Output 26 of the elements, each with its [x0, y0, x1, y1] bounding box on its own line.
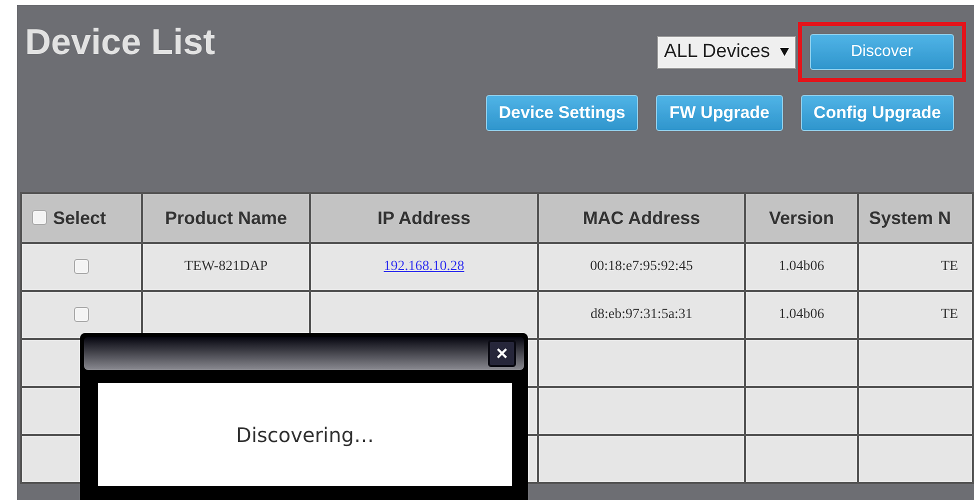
- discover-button[interactable]: Discover: [810, 34, 954, 70]
- column-header: Select: [53, 208, 106, 228]
- column-header: Product Name: [164, 208, 288, 228]
- table-cell: 1.04b06: [778, 259, 824, 274]
- device-filter-dropdown[interactable]: ALL Devices: [657, 36, 796, 68]
- checkbox[interactable]: [74, 307, 89, 322]
- caret-icon: [780, 48, 789, 56]
- table-cell: 00:18:e7:95:92:45: [590, 259, 693, 274]
- page-title: Device List: [25, 22, 216, 62]
- column-header: IP Address: [377, 208, 471, 228]
- action-button[interactable]: FW Upgrade: [656, 95, 782, 131]
- checkbox[interactable]: [74, 259, 89, 274]
- table-cell: d8:eb:97:31:5a:31: [590, 307, 692, 322]
- table-cell: TE: [941, 307, 958, 322]
- close-button[interactable]: ×: [488, 340, 516, 367]
- table-cell: 1.04b06: [778, 307, 824, 322]
- column-header: System N: [869, 208, 952, 228]
- ip-link[interactable]: 192.168.10.28: [384, 259, 464, 274]
- table-cell: TE: [941, 259, 958, 274]
- column-header: Version: [768, 208, 834, 228]
- status-message: Discovering…: [98, 383, 512, 486]
- column-header: MAC Address: [582, 208, 700, 228]
- table-cell: TEW-821DAP: [184, 259, 268, 274]
- checkbox[interactable]: [32, 210, 47, 224]
- action-button[interactable]: Config Upgrade: [800, 95, 954, 131]
- action-button[interactable]: Device Settings: [486, 95, 638, 131]
